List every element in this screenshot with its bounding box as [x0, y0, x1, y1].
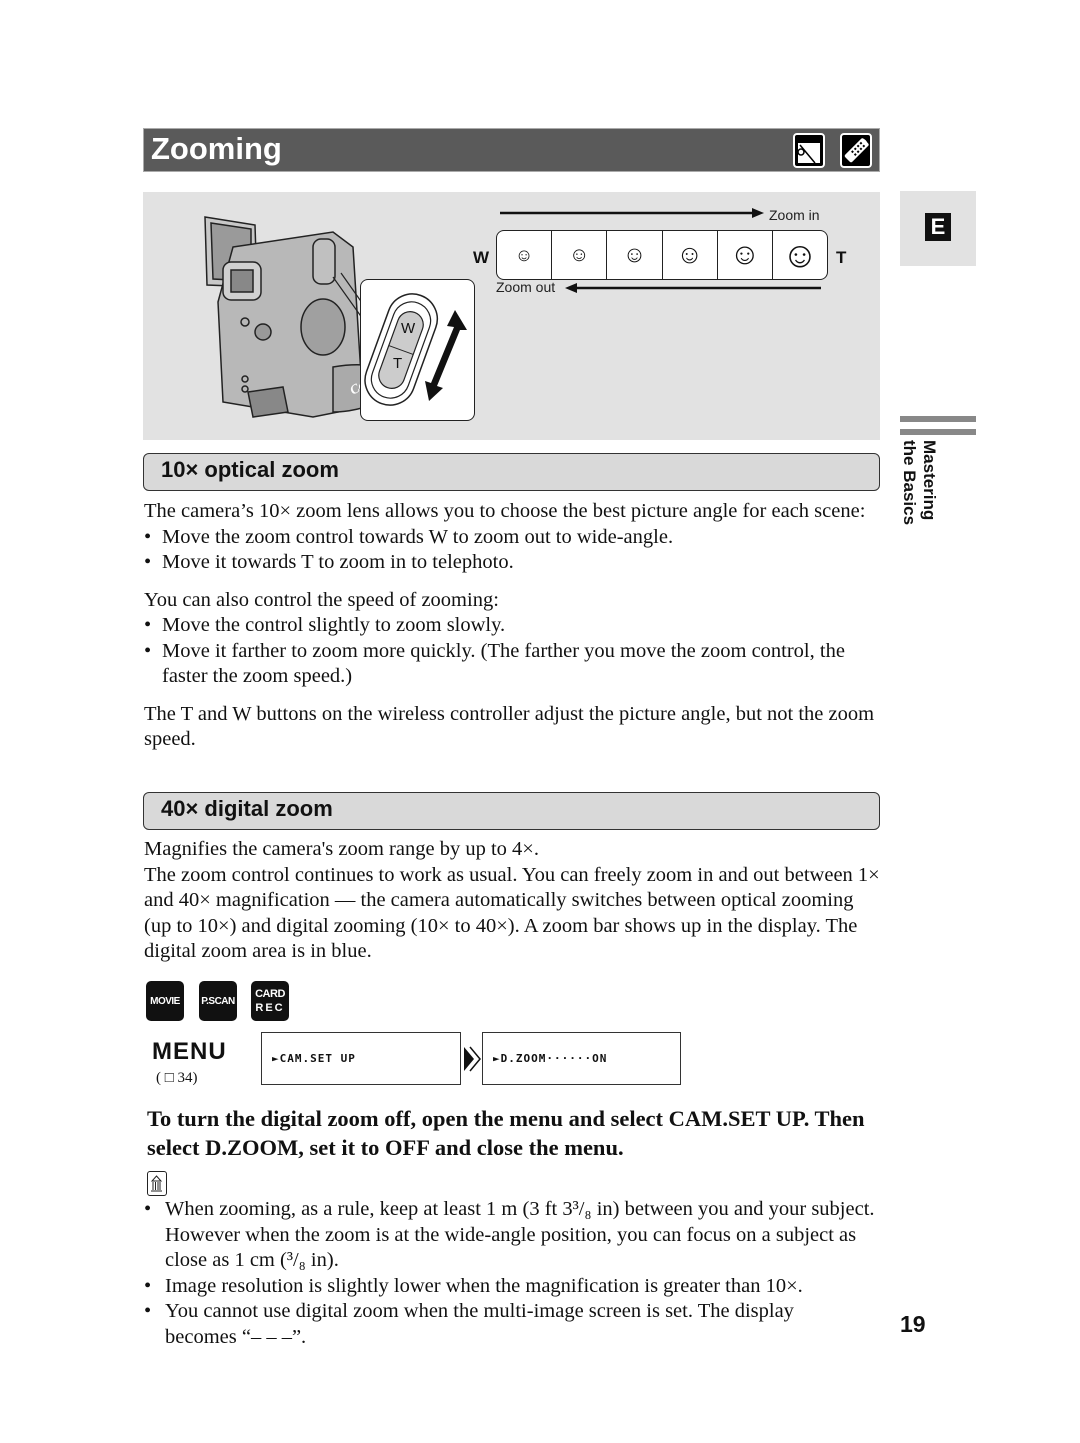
zoom-out-label: Zoom out [496, 279, 556, 295]
rec-mode-label: REC [255, 1002, 285, 1014]
double-arrow-icon [425, 310, 467, 401]
section-divider [900, 429, 976, 435]
language-label: E [925, 213, 951, 241]
menu-screen-text: ►CAM.SET UP [272, 1052, 356, 1065]
list-item: Image resolution is slightly lower when … [144, 1274, 884, 1300]
page-number: 19 [900, 1311, 926, 1337]
card-rec-mode-badge: CARD REC [251, 981, 289, 1021]
page-reference: ( □ 34) [156, 1070, 198, 1086]
page-title: Zooming [151, 131, 282, 166]
zoom-frame: ☺ [662, 230, 718, 280]
zoom-in-arrow [500, 208, 764, 218]
wireless-controller-icon [840, 133, 872, 168]
wireless-note: The T and W buttons on the wireless cont… [144, 702, 875, 751]
movie-mode-badge: MOVIE [146, 981, 184, 1021]
camera-mode-icon [793, 133, 825, 168]
title-bar: Zooming [143, 128, 880, 172]
card-mode-label: CARD [255, 988, 285, 1000]
list-item: You cannot use digital zoom when the mul… [144, 1299, 865, 1350]
section-label: Mastering the Basics [896, 440, 946, 540]
digital-line2: The zoom control continues to work as us… [144, 863, 880, 963]
tele-label: T [836, 248, 847, 267]
zoom-frame: ☺ [607, 230, 663, 280]
digital-zoom-body: Magnifies the camera's zoom range by up … [144, 837, 884, 965]
zoom-out-arrow [565, 283, 821, 293]
menu-screen-text: ►D.ZOOM······ON [493, 1052, 608, 1065]
pscan-mode-label: P.SCAN [201, 995, 235, 1007]
digital-line1: Magnifies the camera's zoom range by up … [144, 838, 539, 860]
section-label-line2: the Basics [900, 440, 919, 526]
zoom-lever-callout: W T [360, 279, 475, 421]
menu-screen-dzoom: ►D.ZOOM······ON [482, 1032, 681, 1085]
optical-zoom-body: The camera’s 10× zoom lens allows you to… [144, 499, 884, 753]
movie-mode-label: MOVIE [150, 995, 180, 1007]
zoom-frame: ☺ [717, 230, 773, 280]
zoom-frame: ☺ [496, 230, 553, 280]
optical-zoom-heading-text: 10× optical zoom [161, 457, 339, 482]
zoom-frame-strip: ☺ ☺ ☺ ☺ ☺ ☺ [496, 230, 829, 280]
lever-w-label: W [401, 320, 416, 337]
section-divider [900, 416, 976, 422]
language-tab: E [900, 191, 976, 266]
zoom-frame: ☺ [772, 230, 829, 280]
zoom-in-label: Zoom in [769, 207, 820, 223]
list-item: Move the control slightly to zoom slowly… [144, 613, 884, 639]
next-step-arrow-icon [464, 1046, 481, 1072]
wide-label: W [473, 248, 490, 267]
optical-intro: The camera’s 10× zoom lens allows you to… [144, 500, 866, 522]
menu-screen-cam-setup: ►CAM.SET UP [261, 1032, 461, 1085]
notes-list: When zooming, as a rule, keep at least 1… [144, 1197, 884, 1350]
note-icon [147, 1171, 167, 1196]
speed-intro: You can also control the speed of zoomin… [144, 588, 499, 611]
digital-zoom-heading: 40× digital zoom [143, 792, 880, 830]
list-item: Move it farther to zoom more quickly. (T… [144, 639, 884, 690]
list-item: Move the zoom control towards W to zoom … [144, 525, 884, 551]
list-item: When zooming, as a rule, keep at least 1… [144, 1197, 884, 1274]
digital-zoom-heading-text: 40× digital zoom [161, 796, 333, 821]
lever-t-label: T [393, 355, 403, 372]
zoom-illustration: Canon W T Zoom in W ☺ ☺ ☺ ☺ ☺ ☺ T [143, 192, 880, 440]
optical-zoom-heading: 10× optical zoom [143, 453, 880, 491]
pscan-mode-badge: P.SCAN [199, 981, 237, 1021]
section-label-line1: Mastering [920, 440, 939, 521]
menu-label: MENU [152, 1038, 227, 1065]
list-item: Move it towards T to zoom in to telephot… [144, 550, 884, 576]
instruction-text: To turn the digital zoom off, open the m… [147, 1106, 865, 1160]
zoom-frame: ☺ [552, 230, 608, 280]
